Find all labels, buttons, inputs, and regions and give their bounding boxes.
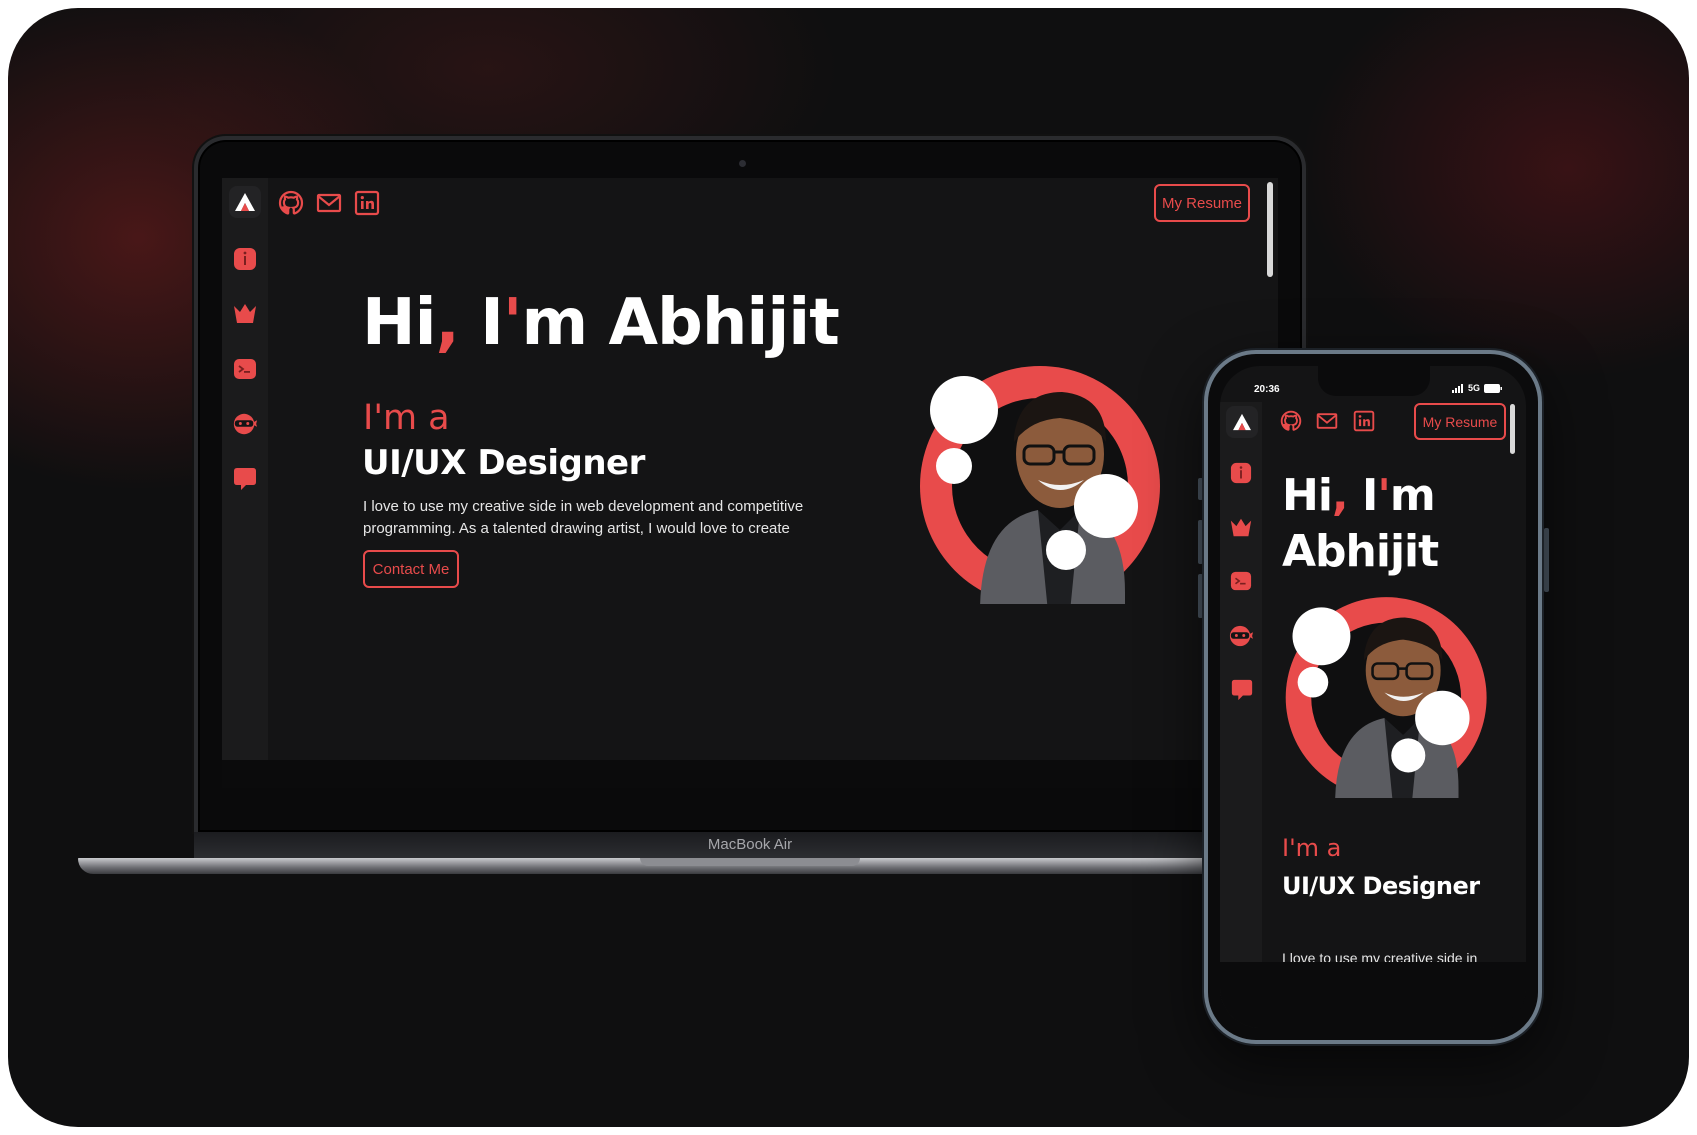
chat-icon[interactable]: [1230, 678, 1254, 702]
ninja-icon[interactable]: [1228, 624, 1254, 648]
mobile-screen: 20:36 5G My Resume Hi, I'm Abhijit I'm a…: [1220, 366, 1526, 1028]
mobile-scrollbar-thumb[interactable]: [1510, 404, 1515, 454]
network-label: 5G: [1467, 383, 1480, 393]
sidebar-item-projects[interactable]: [232, 356, 258, 382]
status-time: 20:36: [1254, 384, 1280, 395]
info-icon: [234, 248, 256, 270]
status-indicators: 5G: [1451, 383, 1502, 393]
mobile-sidebar: [1220, 402, 1262, 1028]
mobile-avatar: [1284, 592, 1490, 805]
phone-side-button: [1198, 520, 1203, 564]
mail-icon[interactable]: [316, 190, 342, 216]
mobile-role-title: UI/UX Designer: [1282, 872, 1480, 900]
laptop-chin: MacBook Air: [194, 832, 1306, 858]
phone-frame: 20:36 5G My Resume Hi, I'm Abhijit I'm a…: [1204, 350, 1542, 1044]
phone-side-button: [1544, 528, 1549, 592]
intro-prefix: I'm a: [363, 398, 450, 438]
mockup-stage: My Resume Hi, I'm Abhijit I'm a UI/UX De…: [8, 8, 1689, 1127]
github-icon[interactable]: [278, 190, 304, 216]
phone-side-button: [1198, 478, 1203, 500]
mail-icon[interactable]: [1316, 410, 1338, 432]
avatar: [920, 362, 1162, 612]
laptop-notch: [640, 858, 860, 866]
sidebar-item-achievements[interactable]: [232, 301, 258, 327]
mobile-resume-button[interactable]: My Resume: [1414, 403, 1506, 440]
mobile-logo-button[interactable]: [1226, 406, 1258, 438]
terminal-icon[interactable]: [1230, 570, 1252, 592]
battery-icon: [1484, 383, 1502, 393]
logo-icon: [1233, 413, 1251, 431]
contact-button[interactable]: Contact Me: [363, 550, 459, 588]
crown-icon[interactable]: [1229, 516, 1253, 540]
info-icon[interactable]: [1230, 462, 1252, 484]
hero-heading: Hi, I'm Abhijit: [362, 286, 840, 360]
signal-icon: [1451, 383, 1463, 393]
laptop-model-label: MacBook Air: [707, 836, 793, 853]
phone-side-button: [1198, 574, 1203, 618]
bio-text: I love to use my creative side in web de…: [363, 498, 804, 537]
sidebar-item-contact[interactable]: [232, 466, 258, 492]
linkedin-icon[interactable]: [1353, 410, 1375, 432]
terminal-icon: [234, 359, 256, 379]
resume-button[interactable]: My Resume: [1154, 184, 1250, 222]
logo-button[interactable]: [229, 186, 261, 218]
role-title: UI/UX Designer: [362, 443, 645, 483]
logo-icon: [235, 193, 255, 211]
sidebar-item-about[interactable]: [232, 246, 258, 272]
mobile-hero-heading: Hi, I'm Abhijit: [1282, 470, 1439, 577]
laptop-frame: My Resume Hi, I'm Abhijit I'm a UI/UX De…: [194, 136, 1306, 832]
sidebar-item-skills[interactable]: [232, 411, 258, 437]
laptop-camera: [739, 160, 746, 167]
phone-notch: [1318, 366, 1430, 396]
crown-icon: [234, 304, 256, 323]
github-icon[interactable]: [1280, 410, 1302, 432]
ninja-icon: [233, 413, 258, 435]
scrollbar-thumb[interactable]: [1267, 182, 1273, 277]
desktop-screen-bottom: [222, 760, 1278, 788]
desktop-sidebar: [222, 178, 268, 788]
linkedin-icon[interactable]: [354, 190, 380, 216]
mobile-screen-bottom: [1220, 962, 1526, 1028]
mobile-intro-prefix: I'm a: [1282, 834, 1342, 862]
desktop-screen: My Resume Hi, I'm Abhijit I'm a UI/UX De…: [222, 178, 1278, 788]
chat-icon: [234, 468, 256, 490]
